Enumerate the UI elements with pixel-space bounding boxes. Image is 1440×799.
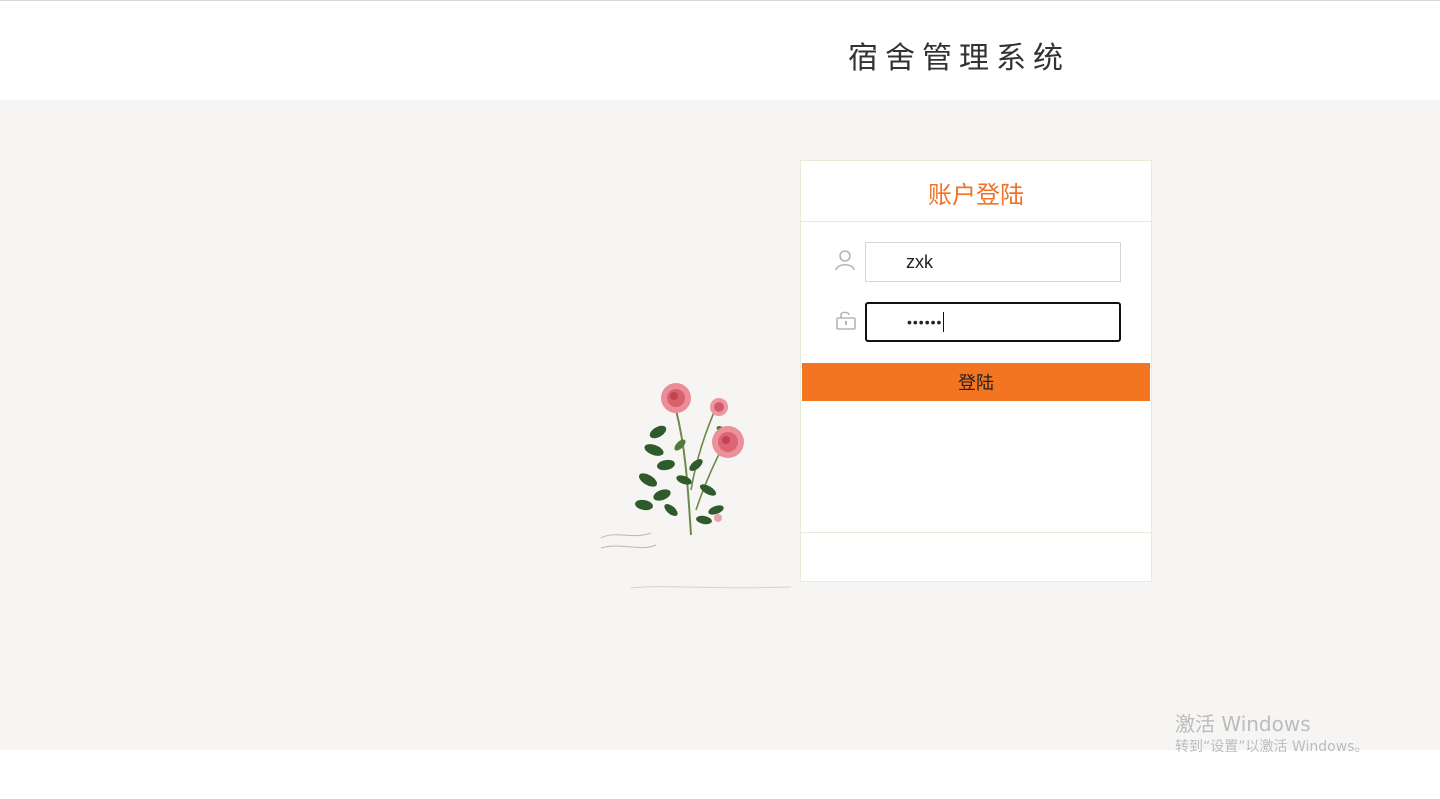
username-field[interactable]: zxk bbox=[865, 242, 1121, 282]
watermark-title: 激活 Windows bbox=[1175, 712, 1311, 736]
username-value: zxk bbox=[906, 251, 933, 272]
windows-activation-watermark: 激活 Windows 转到“设置”以激活 Windows。 bbox=[1175, 712, 1368, 758]
login-button[interactable]: 登陆 bbox=[802, 363, 1150, 401]
lock-icon bbox=[836, 311, 856, 330]
login-panel-footer-divider bbox=[801, 532, 1151, 533]
login-panel: 账户登陆 zxk •••••• 登陆 bbox=[800, 160, 1152, 582]
rose-illustration bbox=[600, 383, 791, 589]
text-caret bbox=[943, 312, 945, 332]
header: 宿舍管理系统 bbox=[0, 1, 1440, 100]
watermark-subtitle: 转到“设置”以激活 Windows。 bbox=[1175, 739, 1369, 755]
user-icon bbox=[835, 250, 855, 271]
site-title: 宿舍管理系统 bbox=[848, 41, 1070, 76]
password-masked-value: •••••• bbox=[907, 314, 943, 330]
password-field[interactable]: •••••• bbox=[865, 302, 1121, 342]
login-title: 账户登陆 bbox=[928, 181, 1024, 209]
login-panel-header: 账户登陆 bbox=[801, 161, 1151, 222]
